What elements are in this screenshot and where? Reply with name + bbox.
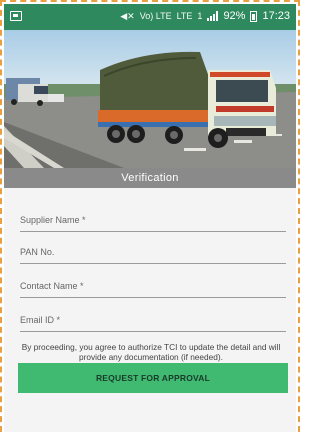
contact-name-input[interactable]	[20, 274, 286, 297]
supplier-name-field[interactable]	[20, 208, 286, 232]
battery-percent: 92%	[223, 10, 246, 22]
request-approval-button[interactable]: REQUEST FOR APPROVAL	[18, 363, 288, 393]
screen-icon	[10, 11, 22, 21]
page-title: Verification	[4, 168, 296, 188]
mute-icon: ◀✕	[120, 10, 135, 21]
pan-input[interactable]	[20, 240, 286, 263]
status-icons: ◀✕ Vo) LTE LTE 1 92% 17:23	[120, 10, 290, 22]
email-field[interactable]	[20, 308, 286, 332]
consent-notice: By proceeding, you agree to authorize TC…	[21, 342, 281, 362]
signal-icon	[207, 11, 219, 21]
battery-icon	[250, 10, 258, 22]
sim-label: 1	[197, 11, 203, 21]
volte-label: Vo) LTE	[139, 11, 172, 21]
status-bar: ◀✕ Vo) LTE LTE 1 92% 17:23	[4, 4, 296, 30]
truck-illustration	[4, 30, 296, 168]
phone-screen: ◀✕ Vo) LTE LTE 1 92% 17:23 Verification …	[4, 4, 296, 432]
pan-field[interactable]	[20, 240, 286, 264]
lte-label: LTE	[176, 11, 193, 21]
supplier-name-input[interactable]	[20, 208, 286, 231]
hero-truck-image	[4, 30, 296, 168]
clock: 17:23	[262, 10, 290, 22]
contact-name-field[interactable]	[20, 274, 286, 298]
verification-form: By proceeding, you agree to authorize TC…	[4, 188, 296, 432]
email-input[interactable]	[20, 308, 286, 331]
